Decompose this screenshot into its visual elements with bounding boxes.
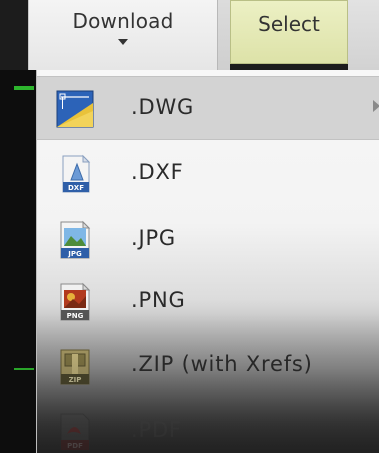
- download-format-menu: .DWG DXF .DXF JPG .JPG PNG .PNG ZIP .ZIP…: [36, 70, 379, 453]
- pdf-badge: PDF: [67, 442, 83, 450]
- green-line: [14, 368, 34, 370]
- menu-item-pdf[interactable]: PDF .PDF: [37, 400, 379, 453]
- menu-item-label: .JPG: [131, 226, 177, 250]
- menu-item-label: .DXF: [131, 160, 184, 184]
- menu-item-label: .ZIP (with Xrefs): [131, 352, 313, 376]
- menu-item-jpg[interactable]: JPG .JPG: [37, 208, 379, 272]
- menu-item-dxf[interactable]: DXF .DXF: [37, 142, 379, 206]
- menu-item-dwg[interactable]: .DWG: [37, 76, 379, 140]
- dxf-badge: DXF: [68, 184, 84, 192]
- menu-item-zip[interactable]: ZIP .ZIP (with Xrefs): [37, 334, 379, 398]
- jpg-file-icon: JPG: [55, 220, 95, 260]
- jpg-badge: JPG: [67, 250, 82, 258]
- dwg-file-icon: [55, 89, 95, 129]
- toolbar-separator: [218, 0, 230, 70]
- green-marker: [14, 86, 34, 90]
- menu-item-label: .DWG: [131, 95, 195, 119]
- dxf-file-icon: DXF: [55, 154, 95, 194]
- chevron-right-icon: [373, 100, 379, 112]
- left-panel: [0, 70, 36, 453]
- png-badge: PNG: [67, 312, 84, 320]
- select-button[interactable]: Select: [230, 0, 348, 64]
- zip-badge: ZIP: [69, 376, 82, 384]
- select-button-label: Select: [258, 12, 320, 36]
- png-file-icon: PNG: [55, 282, 95, 322]
- menu-item-label: .PDF: [131, 418, 182, 442]
- menu-item-png[interactable]: PNG .PNG: [37, 270, 379, 334]
- menu-item-label: .PNG: [131, 288, 186, 312]
- toolbar-overflow: [348, 0, 379, 70]
- chevron-down-icon: [118, 39, 128, 45]
- pdf-file-icon: PDF: [55, 412, 95, 452]
- app-window: Download Select .DWG DXF .DXF JPG .JPG P…: [0, 0, 379, 453]
- download-button[interactable]: Download: [28, 0, 218, 70]
- download-button-label: Download: [72, 9, 174, 33]
- zip-file-icon: ZIP: [55, 346, 95, 386]
